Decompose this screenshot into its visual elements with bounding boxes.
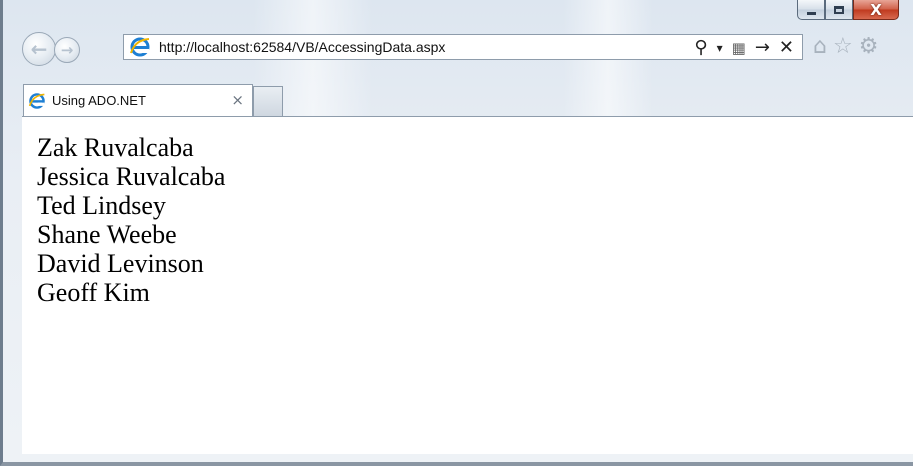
page-content: Zak Ruvalcaba Jessica Ruvalcaba Ted Lind… <box>22 116 913 454</box>
search-dropdown-icon[interactable]: ▾ <box>717 38 723 58</box>
minimize-button[interactable] <box>797 0 825 20</box>
close-button[interactable]: X <box>853 0 899 20</box>
favorites-star-icon[interactable]: ☆ <box>833 36 853 58</box>
ie-logo-icon <box>130 37 150 57</box>
address-bar[interactable]: http://localhost:62584/VB/AccessingData.… <box>123 34 803 60</box>
stop-icon[interactable]: ✕ <box>779 38 794 58</box>
forward-arrow-icon: → <box>60 41 74 59</box>
address-tools: ⚲ ▾ ▦ → ✕ <box>694 36 794 60</box>
maximize-icon <box>834 5 844 14</box>
tab-title: Using ADO.NET <box>52 93 146 108</box>
list-item: Geoff Kim <box>37 278 150 307</box>
browser-window: X ← → http://localhost:62584/VB/Accessin… <box>0 0 913 466</box>
tab-using-ado-net[interactable]: Using ADO.NET × <box>23 84 253 116</box>
address-url[interactable]: http://localhost:62584/VB/AccessingData.… <box>159 39 445 55</box>
tab-close-icon[interactable]: × <box>231 91 244 109</box>
maximize-button[interactable] <box>825 0 853 20</box>
ie-logo-icon <box>28 92 45 109</box>
list-item: Jessica Ruvalcaba <box>37 162 226 191</box>
toolbar-icons: ⌂ ☆ ⚙ <box>813 36 878 58</box>
new-tab-button[interactable] <box>253 86 283 116</box>
list-item: Shane Weebe <box>37 220 177 249</box>
list-item: Ted Lindsey <box>37 191 166 220</box>
home-icon[interactable]: ⌂ <box>813 36 827 58</box>
back-arrow-icon: ← <box>30 37 48 61</box>
settings-gear-icon[interactable]: ⚙ <box>859 36 879 58</box>
list-item: Zak Ruvalcaba <box>37 133 194 162</box>
list-item: David Levinson <box>37 249 204 278</box>
navigation-bar: ← → http://localhost:62584/VB/AccessingD… <box>15 32 913 66</box>
search-icon[interactable]: ⚲ <box>694 38 707 58</box>
compatibility-view-icon[interactable]: ▦ <box>732 38 746 58</box>
close-icon: X <box>870 0 882 19</box>
go-arrow-icon[interactable]: → <box>755 38 770 58</box>
back-button[interactable]: ← <box>22 32 56 66</box>
tab-strip: Using ADO.NET × <box>15 84 913 118</box>
forward-button[interactable]: → <box>54 37 80 63</box>
caption-buttons: X <box>797 0 899 22</box>
minimize-icon <box>806 11 816 15</box>
